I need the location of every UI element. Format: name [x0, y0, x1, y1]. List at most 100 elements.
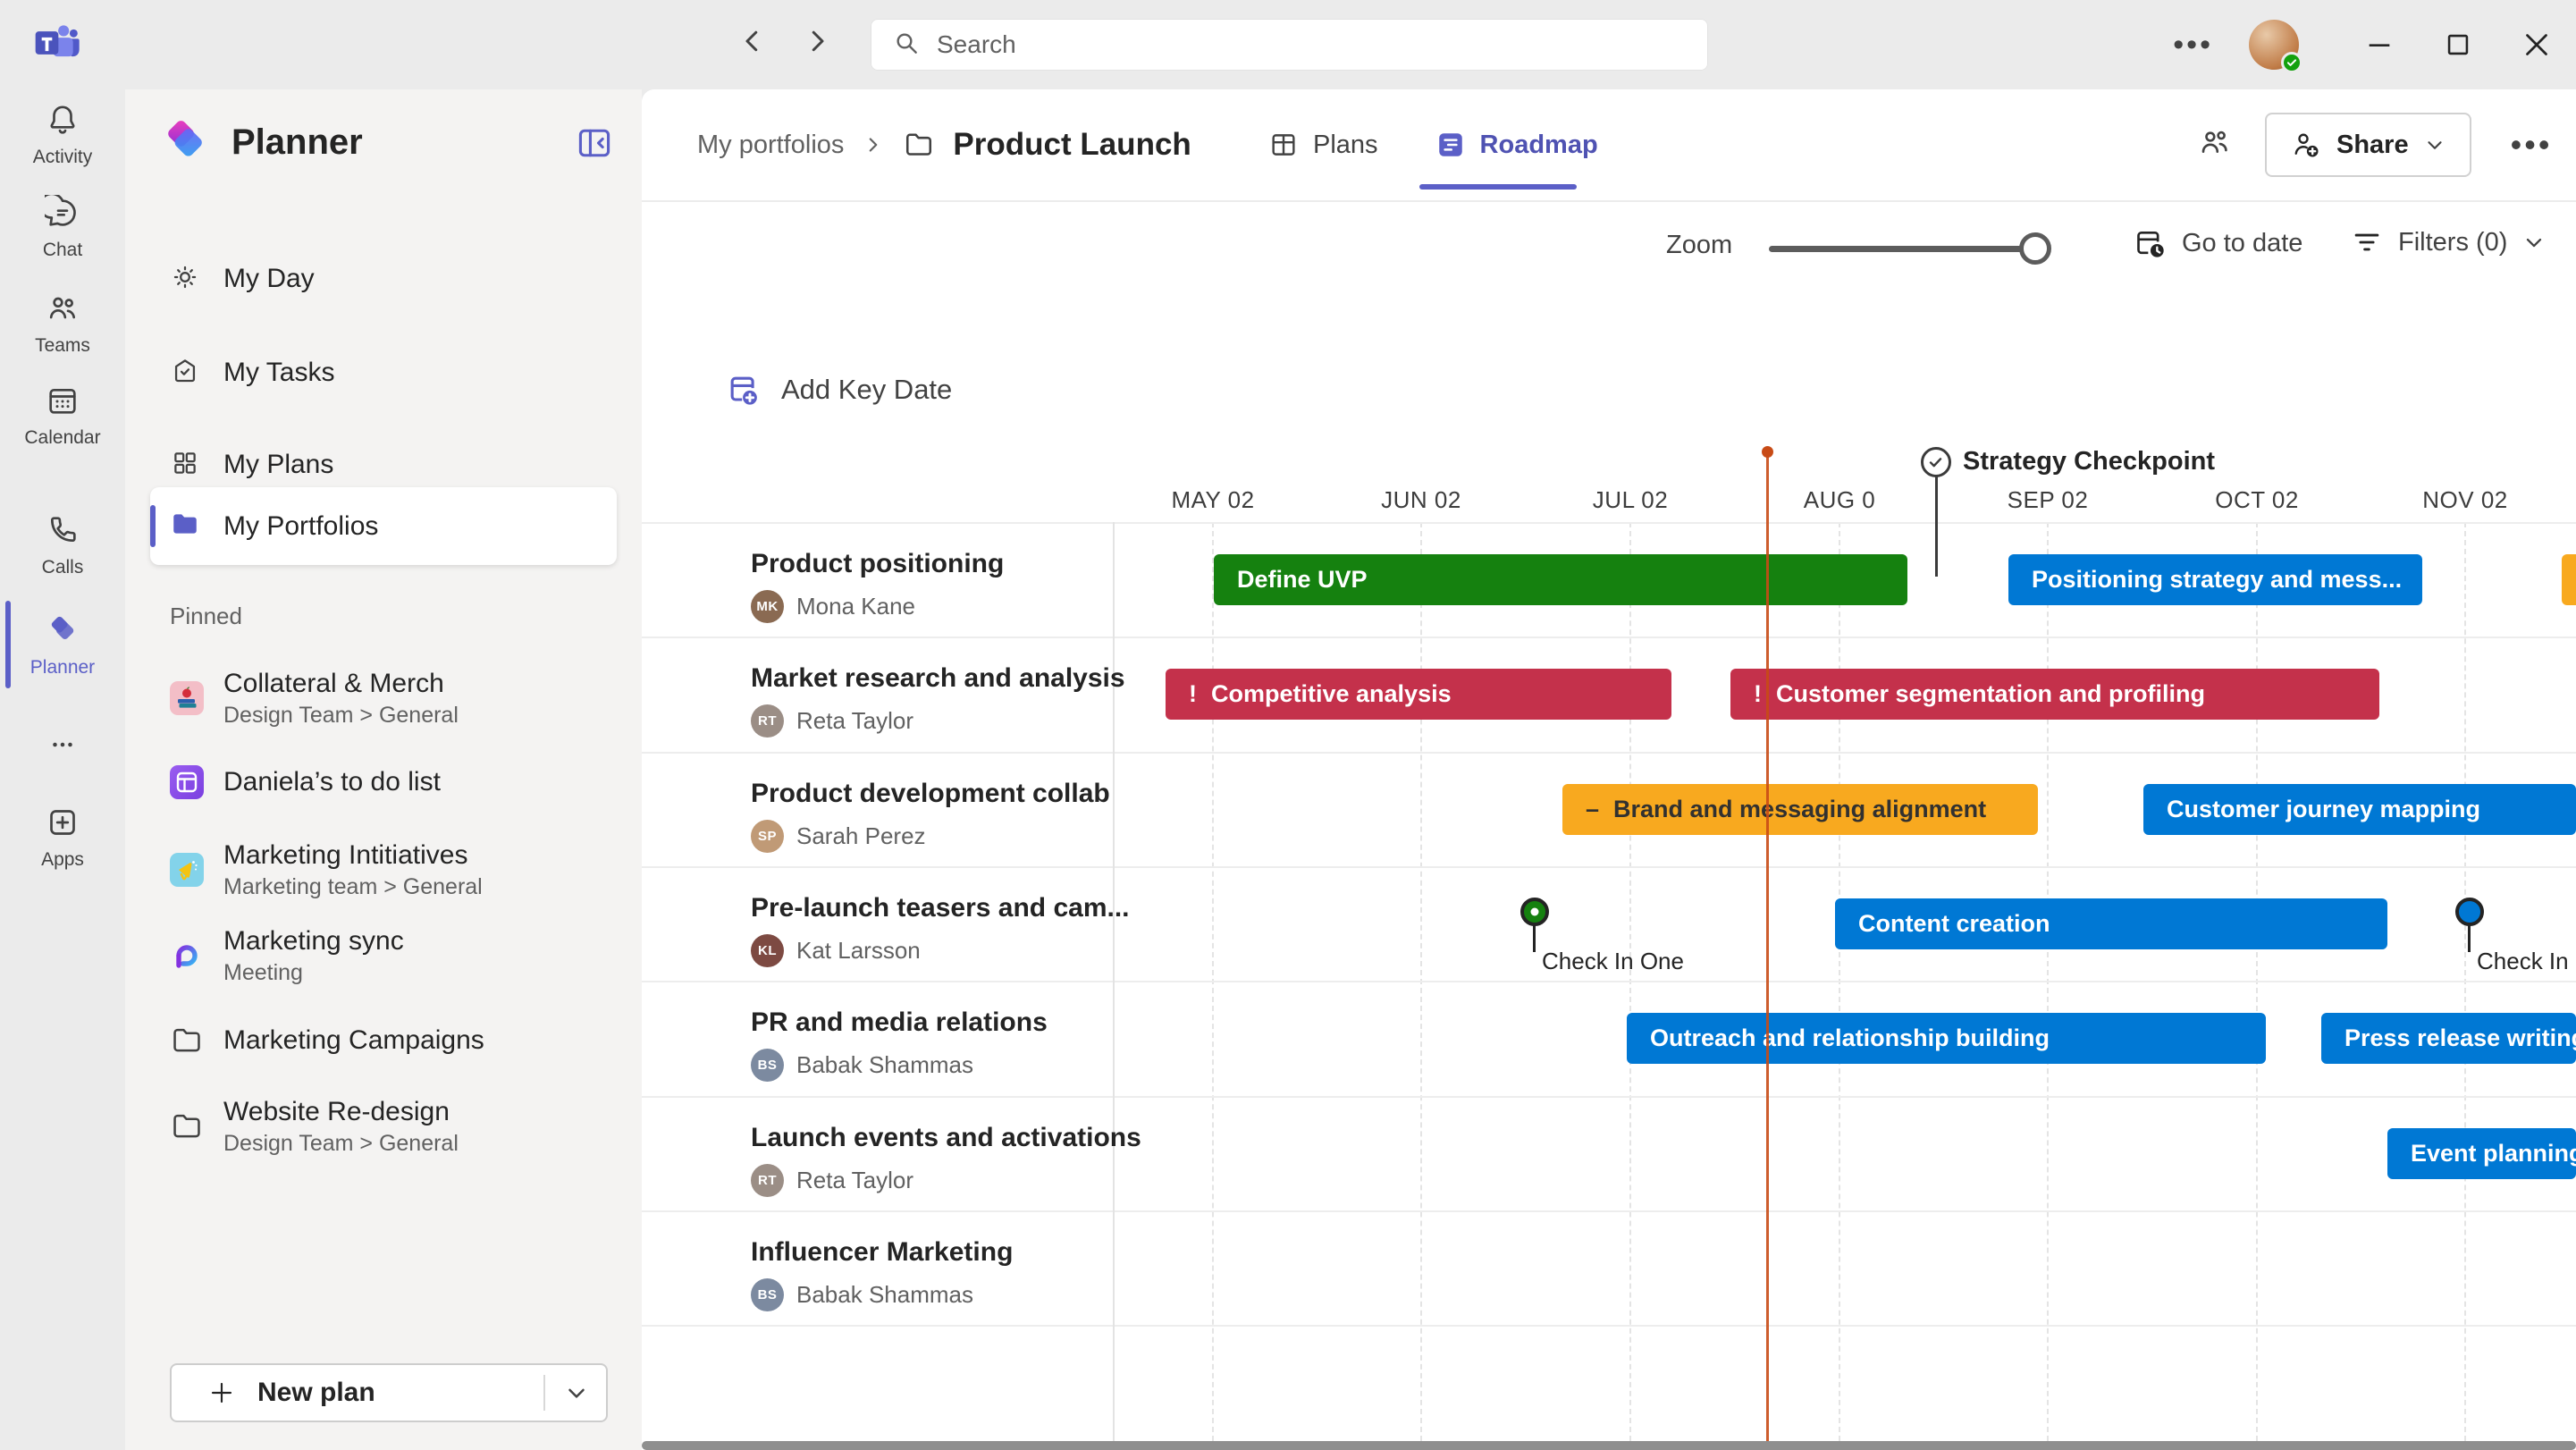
titlebar-more-icon[interactable]: •••: [2173, 28, 2213, 63]
user-avatar[interactable]: [2249, 20, 2299, 70]
gantt-bar-content-creation[interactable]: Content creation: [1835, 898, 2387, 949]
pinned-item-title: Marketing sync: [223, 926, 404, 957]
milestone-check-in-one[interactable]: Check In One: [1520, 898, 1549, 987]
folder-outline-icon: [170, 1109, 204, 1143]
rail-item-chat[interactable]: Chat: [0, 195, 125, 261]
task-row-title: Product positioning: [751, 549, 1004, 579]
pinned-item-title: Daniela’s to do list: [223, 767, 441, 797]
rail-item-apps[interactable]: Apps: [0, 805, 125, 871]
rail-item-activity[interactable]: Activity: [0, 102, 125, 168]
timeline-month-label: OCT 02: [2215, 486, 2299, 514]
pinned-item-subtitle: Design Team > General: [223, 1131, 459, 1157]
priority-icon: !: [1189, 680, 1197, 708]
maximize-button[interactable]: [2419, 0, 2497, 89]
rail-item-label: Chat: [43, 240, 82, 261]
rail-item-planner[interactable]: Planner: [0, 612, 125, 679]
teams-icon: [45, 291, 80, 331]
collapse-sidebar-icon[interactable]: [575, 123, 614, 163]
horizontal-scrollbar[interactable]: [642, 1441, 2576, 1450]
owner-name: Mona Kane: [796, 593, 915, 620]
sidebar-header: Planner: [160, 116, 363, 169]
search-box[interactable]: [871, 19, 1708, 71]
gantt-bar-competitive-analysis[interactable]: ! Competitive analysis: [1166, 669, 1671, 720]
chevron-down-icon[interactable]: [563, 1379, 590, 1406]
sidebar-item-my-day[interactable]: My Day: [150, 241, 617, 316]
sidebar-item-my-portfolios[interactable]: My Portfolios: [150, 487, 617, 565]
folder-filled-icon: [170, 509, 200, 544]
owner-name: Reta Taylor: [796, 1167, 913, 1194]
rail-item-teams[interactable]: Teams: [0, 291, 125, 357]
milestone-label: Check In One: [1542, 948, 1684, 975]
pinned-item-marketing-sync[interactable]: Marketing sync Meeting: [150, 919, 617, 992]
sidebar-item-my-tasks[interactable]: My Tasks: [150, 335, 617, 410]
bar-label: Event planning: [2411, 1140, 2576, 1168]
apps-icon: [45, 805, 80, 845]
new-plan-button[interactable]: New plan: [170, 1363, 608, 1422]
gantt-bar-outreach-and-relationship-building[interactable]: Outreach and relationship building: [1627, 1013, 2266, 1064]
gantt-bar-unlabeled[interactable]: [2562, 554, 2576, 605]
gantt-bar-positioning-strategy-and-mess-[interactable]: Positioning strategy and mess...: [2008, 554, 2422, 605]
timeline-month-label: MAY 02: [1171, 486, 1254, 514]
bar-label: Customer journey mapping: [2167, 796, 2480, 823]
task-row-title: Product development collab: [751, 779, 1110, 809]
gantt-bar-event-planning[interactable]: Event planning: [2387, 1128, 2576, 1179]
rail-item-label: Calendar: [24, 427, 100, 449]
megaphone-icon: [170, 853, 204, 887]
tasks-icon: [170, 356, 200, 391]
active-rail-indicator: [5, 601, 11, 688]
row-separator: [642, 1096, 2576, 1098]
rail-item-label: Apps: [41, 849, 84, 871]
pinned-item-daniela-s-to-do-list[interactable]: Daniela’s to do list: [150, 755, 617, 809]
pinned-item-text: Website Re-design Design Team > General: [223, 1097, 459, 1157]
app-title: Planner: [232, 122, 363, 163]
checkpoint-line: [1935, 462, 1938, 577]
search-input[interactable]: [937, 30, 1562, 59]
gantt-bar-customer-segmentation-and-profiling[interactable]: !Customer segmentation and profiling: [1730, 669, 2379, 720]
pinned-item-collateral-merch[interactable]: Collateral & MerchDesign Team > General: [150, 662, 617, 735]
task-row-owner: BSBabak Shammas: [751, 1278, 973, 1311]
milestone-check-in[interactable]: Check In: [2455, 898, 2484, 987]
todolist-icon: [170, 765, 204, 799]
task-row-title: Influencer Marketing: [751, 1237, 1013, 1268]
gantt-bar-define-uvp[interactable]: Define UVP: [1214, 554, 1907, 605]
rail-more-icon[interactable]: [0, 729, 125, 764]
pinned-item-title: Website Re-design: [223, 1097, 459, 1127]
close-button[interactable]: [2497, 0, 2576, 89]
gantt-bar-brand-and-messaging-alignment[interactable]: –Brand and messaging alignment: [1562, 784, 2038, 835]
timeline-month-label: JUL 02: [1593, 486, 1668, 514]
minimize-button[interactable]: [2340, 0, 2419, 89]
sidebar-item-label: My Plans: [223, 450, 333, 480]
pinned-item-marketing-campaigns[interactable]: Marketing Campaigns: [150, 1014, 617, 1067]
sidebar-item-label: My Tasks: [223, 358, 334, 388]
task-row-title: Market research and analysis: [751, 663, 1125, 694]
bar-label: Competitive analysis: [1211, 680, 1452, 708]
row-separator: [642, 522, 2576, 524]
pinned-item-marketing-intitiatives[interactable]: Marketing IntitiativesMarketing team > G…: [150, 833, 617, 906]
checkpoint-icon[interactable]: [1921, 447, 1951, 477]
rail-item-calendar[interactable]: Calendar: [0, 383, 125, 449]
timeline-month-label: AUG 0: [1804, 486, 1876, 514]
pinned-item-text: Marketing IntitiativesMarketing team > G…: [223, 840, 483, 900]
calendar-icon: [45, 383, 80, 423]
forward-button[interactable]: [797, 16, 837, 66]
rail-item-label: Teams: [35, 335, 90, 357]
sidebar-item-label: My Day: [223, 264, 315, 294]
bar-label: Positioning strategy and mess...: [2032, 566, 2402, 594]
pinned-item-website-re-design[interactable]: Website Re-design Design Team > General: [150, 1090, 617, 1163]
titlebar: •••: [0, 0, 2576, 89]
rail-item-calls[interactable]: Calls: [0, 512, 125, 578]
milestone-stem: [1533, 925, 1536, 952]
gantt-bar-customer-journey-mapping[interactable]: Customer journey mapping: [2143, 784, 2576, 835]
back-button[interactable]: [733, 16, 772, 66]
pinned-item-subtitle: Meeting: [223, 960, 404, 986]
gantt-bar-press-release-writing[interactable]: Press release writing: [2321, 1013, 2576, 1064]
bar-label: Outreach and relationship building: [1650, 1024, 2050, 1052]
search-icon: [892, 29, 921, 62]
bar-label: Press release writing: [2344, 1024, 2576, 1052]
planner-logo-icon: [160, 116, 208, 169]
owner-name: Babak Shammas: [796, 1051, 973, 1079]
avatar: SP: [751, 820, 784, 853]
pinned-item-subtitle: Marketing team > General: [223, 874, 483, 900]
bar-label: Brand and messaging alignment: [1613, 796, 1986, 823]
bar-label: Customer segmentation and profiling: [1776, 680, 2205, 708]
